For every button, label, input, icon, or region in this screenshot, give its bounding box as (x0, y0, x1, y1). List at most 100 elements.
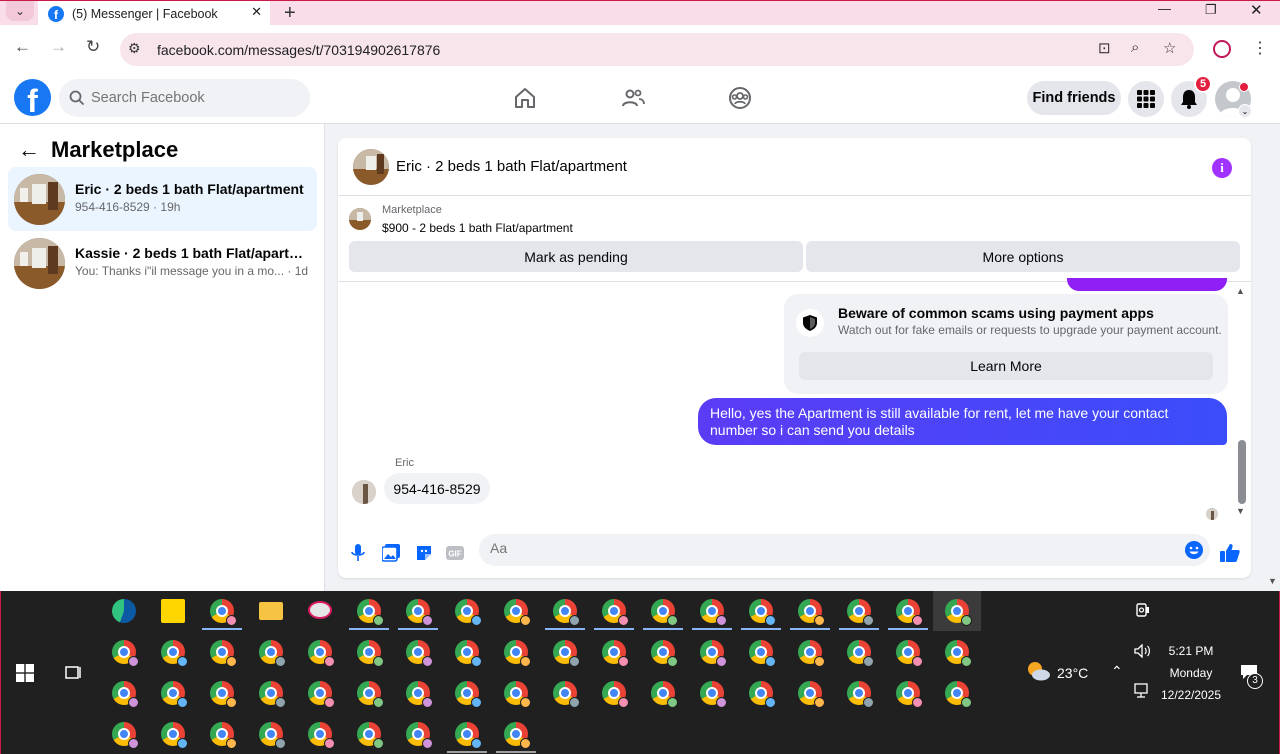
chrome-app-icon[interactable] (161, 681, 188, 708)
tab-search-button[interactable]: ⌄ (6, 1, 34, 21)
facebook-logo[interactable]: f (14, 79, 51, 116)
chrome-app-icon[interactable] (210, 640, 237, 667)
chrome-app-icon[interactable] (651, 640, 678, 667)
sticky-notes-app-icon[interactable] (161, 599, 185, 623)
forward-button[interactable]: → (50, 37, 67, 57)
edge-app-icon[interactable] (112, 599, 136, 623)
chrome-app-icon[interactable] (847, 599, 874, 626)
chrome-app-icon[interactable] (455, 722, 482, 749)
chrome-app-icon[interactable] (602, 599, 629, 626)
install-app-icon[interactable]: ⊡ (1098, 39, 1111, 57)
chrome-app-icon[interactable] (161, 640, 188, 667)
file-explorer-app-icon[interactable] (259, 602, 283, 620)
chrome-app-icon[interactable] (504, 599, 531, 626)
sender-avatar[interactable] (352, 480, 376, 504)
chrome-app-icon[interactable] (406, 599, 433, 626)
clock-date[interactable]: 12/22/2025 (1159, 688, 1223, 702)
chrome-app-icon[interactable] (945, 681, 972, 708)
chrome-app-icon[interactable] (259, 681, 286, 708)
chrome-app-icon[interactable] (553, 681, 580, 708)
gif-icon[interactable]: GIF (444, 542, 466, 564)
chrome-app-icon[interactable] (259, 640, 286, 667)
profile-icon[interactable] (1213, 40, 1231, 58)
chrome-app-icon[interactable] (553, 640, 580, 667)
chrome-app-icon[interactable] (504, 640, 531, 667)
incoming-message[interactable]: 954-416-8529 (384, 473, 490, 504)
chrome-app-icon[interactable] (455, 599, 482, 626)
listing-thumbnail[interactable] (349, 208, 371, 230)
site-info-icon[interactable]: ⚙ (128, 40, 141, 57)
scroll-down-arrow[interactable]: ▼ (1236, 506, 1245, 516)
chrome-app-icon[interactable] (749, 640, 776, 667)
chrome-app-icon[interactable] (945, 599, 972, 626)
chrome-app-icon[interactable] (798, 640, 825, 667)
chevron-up-icon[interactable]: ⌃ (1111, 663, 1123, 680)
chrome-app-icon[interactable] (700, 681, 727, 708)
weather-icon[interactable] (1025, 660, 1051, 687)
find-friends-button[interactable]: Find friends (1027, 81, 1121, 115)
learn-more-button[interactable]: Learn More (799, 352, 1213, 380)
search-input[interactable] (91, 90, 291, 106)
zoom-icon[interactable]: ⌕ (1131, 39, 1139, 56)
minimize-button[interactable]: — (1158, 1, 1171, 16)
chrome-app-icon[interactable] (602, 681, 629, 708)
chrome-app-icon[interactable] (896, 599, 923, 626)
chrome-app-icon[interactable] (210, 599, 237, 626)
chrome-app-icon[interactable] (210, 681, 237, 708)
chrome-app-icon[interactable] (308, 722, 335, 749)
chrome-app-icon[interactable] (504, 722, 531, 749)
chrome-app-icon[interactable] (357, 640, 384, 667)
info-icon[interactable]: i (1212, 158, 1232, 178)
chrome-app-icon[interactable] (455, 640, 482, 667)
chrome-app-icon[interactable] (455, 681, 482, 708)
chrome-app-icon[interactable] (406, 681, 433, 708)
chrome-app-icon[interactable] (112, 722, 139, 749)
chrome-app-icon[interactable] (749, 599, 776, 626)
chrome-app-icon[interactable] (357, 681, 384, 708)
chrome-app-icon[interactable] (896, 681, 923, 708)
message-input[interactable] (490, 540, 1140, 556)
mark-as-pending-button[interactable]: Mark as pending (349, 241, 803, 272)
chrome-app-icon[interactable] (553, 599, 580, 626)
groups-icon[interactable] (727, 85, 753, 111)
snipping-tool-app-icon[interactable] (308, 601, 332, 619)
chrome-app-icon[interactable] (798, 599, 825, 626)
chrome-app-icon[interactable] (651, 599, 678, 626)
chrome-app-icon[interactable] (504, 681, 531, 708)
weather-temperature[interactable]: 23°C (1057, 665, 1088, 681)
clock-day[interactable]: Monday (1164, 666, 1218, 680)
chrome-app-icon[interactable] (945, 640, 972, 667)
chrome-app-icon[interactable] (798, 681, 825, 708)
task-view-icon[interactable] (64, 664, 82, 687)
menu-button[interactable] (1128, 81, 1164, 117)
thumbs-up-icon[interactable] (1219, 542, 1241, 564)
emoji-icon[interactable] (1185, 541, 1203, 559)
photo-icon[interactable] (380, 542, 402, 564)
microphone-icon[interactable] (347, 542, 369, 564)
reload-button[interactable]: ↻ (86, 37, 100, 57)
back-arrow-icon[interactable]: ← (18, 137, 40, 163)
clock-time[interactable]: 5:21 PM (1167, 644, 1215, 658)
close-tab-icon[interactable]: ✕ (251, 4, 262, 20)
chrome-app-icon[interactable] (357, 599, 384, 626)
chevron-down-icon[interactable]: ⌄ (1238, 104, 1252, 118)
page-scroll-down-arrow[interactable]: ▼ (1268, 576, 1277, 586)
conversation-eric[interactable]: Eric · 2 beds 1 bath Flat/apartment 954-… (8, 167, 317, 231)
address-bar[interactable]: ⚙ facebook.com/messages/t/70319490261787… (120, 33, 1194, 66)
chrome-app-icon[interactable] (357, 722, 384, 749)
chrome-app-icon[interactable] (112, 681, 139, 708)
url-text[interactable]: facebook.com/messages/t/703194902617876 (157, 42, 440, 58)
chrome-app-icon[interactable] (602, 640, 629, 667)
chrome-app-icon[interactable] (651, 681, 678, 708)
chrome-app-icon[interactable] (161, 722, 188, 749)
maximize-button[interactable]: ❐ (1205, 2, 1217, 18)
speaker-icon[interactable] (1134, 643, 1152, 663)
chrome-app-icon[interactable] (847, 681, 874, 708)
back-button[interactable]: ← (14, 37, 31, 57)
windows-start-icon[interactable] (16, 664, 34, 687)
chrome-app-icon[interactable] (112, 640, 139, 667)
sticker-icon[interactable] (413, 542, 435, 564)
browser-tab-messenger[interactable]: f (5) Messenger | Facebook ✕ (38, 1, 270, 26)
chrome-app-icon[interactable] (210, 722, 237, 749)
chrome-app-icon[interactable] (700, 599, 727, 626)
